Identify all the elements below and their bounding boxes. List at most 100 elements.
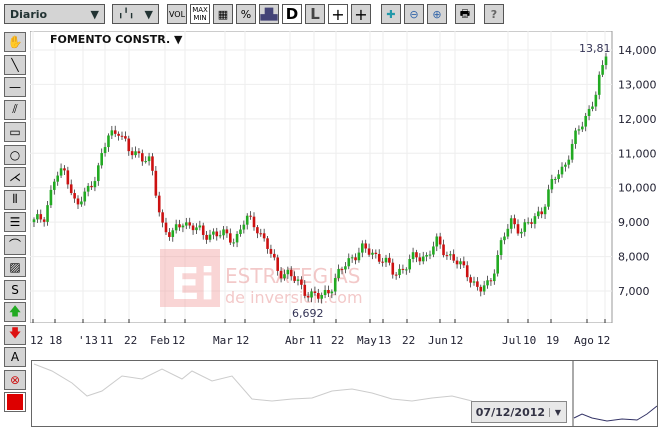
price-chart[interactable]: 7,000 8,000 9,000 10,000 11,000 12,000 13,000 1… xyxy=(30,31,662,323)
chevron-down-icon: ▼ xyxy=(548,407,566,417)
help-button[interactable]: ? xyxy=(484,4,504,24)
candle-down xyxy=(516,224,520,234)
candle-up xyxy=(36,214,39,220)
candle-up xyxy=(425,255,428,257)
candle-down xyxy=(249,215,252,217)
volume-button[interactable]: VOL xyxy=(167,4,187,24)
candle-down xyxy=(73,193,76,199)
x-tick-label: May xyxy=(357,334,377,347)
candle-down xyxy=(469,277,472,283)
candle-down xyxy=(367,248,371,255)
pitchfork-tool-button[interactable]: ⋌ xyxy=(4,167,26,187)
x-tick-label: 22 xyxy=(402,334,416,347)
crosshair-icon: + xyxy=(331,4,345,24)
x-tick-label: 12 xyxy=(597,334,611,347)
candle-up xyxy=(171,230,175,237)
candle-up xyxy=(493,273,496,282)
instrument-title[interactable]: FOMENTO CONSTR. ▼ xyxy=(50,33,183,46)
candle-up xyxy=(296,279,300,281)
candle-up xyxy=(235,233,239,243)
candle-up xyxy=(384,257,388,263)
pitchfork-tool-icon: ⋌ xyxy=(9,170,21,184)
zoom-in-button[interactable]: ⊕ xyxy=(427,4,447,24)
period-select[interactable]: Diario ▼ xyxy=(4,4,105,24)
y-tick-label: 7,000 xyxy=(618,285,650,298)
candle-down xyxy=(188,222,191,226)
trendline-tool-button[interactable]: ╲ xyxy=(4,54,26,75)
color-picker-button[interactable] xyxy=(4,392,26,412)
text-tool-button[interactable]: A xyxy=(4,347,26,367)
candle-up xyxy=(283,274,286,279)
x-tick-label: Mar xyxy=(213,334,233,347)
candle-down xyxy=(266,238,269,249)
parallel-lines-tool-button[interactable]: ⫽ xyxy=(4,99,26,120)
rectangle-tool-icon: ▭ xyxy=(9,125,21,139)
candle-up xyxy=(459,261,462,265)
arrow-down-tool-button[interactable]: 🡇 xyxy=(4,324,26,345)
last-price-label: 13,81 xyxy=(579,42,611,55)
circle-tool-button[interactable]: ○ xyxy=(4,144,26,165)
candle-up xyxy=(222,229,225,236)
candle-up xyxy=(310,291,313,298)
candle-up xyxy=(597,74,601,95)
x-tick-label: 22 xyxy=(331,334,345,347)
maxmin-button[interactable]: MAX MIN xyxy=(190,4,210,24)
channel-tool-button[interactable]: ▨ xyxy=(4,257,26,277)
candle-down xyxy=(178,224,181,228)
candle-up xyxy=(537,211,540,217)
candle-up xyxy=(144,161,147,163)
candle-up xyxy=(239,229,242,234)
zoom-out-icon: ⊖ xyxy=(409,7,419,21)
candle-up xyxy=(110,130,114,136)
crosshair-label-button[interactable]: + xyxy=(351,4,371,24)
print-button[interactable]: 🖶 xyxy=(455,4,475,24)
candle-up xyxy=(560,166,564,175)
rectangle-tool-button[interactable]: ▭ xyxy=(4,122,26,142)
date-select[interactable]: 07/12/2012 ▼ xyxy=(471,401,567,423)
arrow-up-tool-button[interactable]: 🡅 xyxy=(4,302,26,322)
grid-button[interactable]: ▦ xyxy=(213,4,233,24)
fibonacci-time-tool-icon: ⦀ xyxy=(12,192,18,206)
candle-up xyxy=(503,236,506,241)
candle-down xyxy=(259,233,263,235)
candle-down xyxy=(313,291,317,294)
candle-down xyxy=(438,236,442,245)
candle-up xyxy=(347,258,351,267)
navigator[interactable]: 07/12/2012 ▼ xyxy=(31,360,658,427)
horizontal-line-tool-button[interactable]: — xyxy=(4,77,26,97)
candle-down xyxy=(215,231,219,237)
fibonacci-retracement-tool-button[interactable]: ☰ xyxy=(4,212,26,232)
candle-up xyxy=(174,224,178,231)
percent-button[interactable]: % xyxy=(236,4,256,24)
fibonacci-time-tool-button[interactable]: ⦀ xyxy=(4,189,26,210)
s-tool-button[interactable]: S xyxy=(4,279,26,300)
chart-type-select[interactable]: ╻╹╻ ▼ xyxy=(112,4,159,24)
log-scale-button[interactable]: L xyxy=(305,4,325,24)
y-tick-label: 12,000 xyxy=(618,113,657,126)
candle-down xyxy=(256,227,259,234)
hand-tool-button[interactable]: ✋ xyxy=(4,32,26,52)
candle-down xyxy=(252,216,256,228)
candle-up xyxy=(499,240,503,256)
x-tick-label: 10 xyxy=(523,334,537,347)
linear-scale-button[interactable]: D xyxy=(282,4,302,24)
candle-up xyxy=(242,224,246,230)
candle-up xyxy=(198,225,202,228)
arrow-down-tool-icon: 🡇 xyxy=(8,326,22,340)
d-label: D xyxy=(285,5,299,23)
delete-tool-button[interactable]: ⊗ xyxy=(4,369,26,390)
candle-up xyxy=(86,185,90,192)
crosshair-button[interactable]: + xyxy=(328,4,348,24)
add-indicator-icon: ✚ xyxy=(386,7,396,21)
candle-down xyxy=(262,233,266,239)
arcs-tool-button[interactable]: ⌒ xyxy=(4,234,26,255)
candle-up xyxy=(320,295,323,299)
candle-up xyxy=(333,278,337,292)
x-tick-label: 12 xyxy=(450,334,464,347)
add-indicator-button[interactable]: ✚ xyxy=(381,4,401,24)
area-chart-button[interactable]: ▟▙ xyxy=(259,4,279,24)
y-tick-label: 9,000 xyxy=(618,216,650,229)
zoom-out-button[interactable]: ⊖ xyxy=(404,4,424,24)
candle-down xyxy=(354,257,357,261)
y-tick-label: 11,000 xyxy=(618,147,657,160)
